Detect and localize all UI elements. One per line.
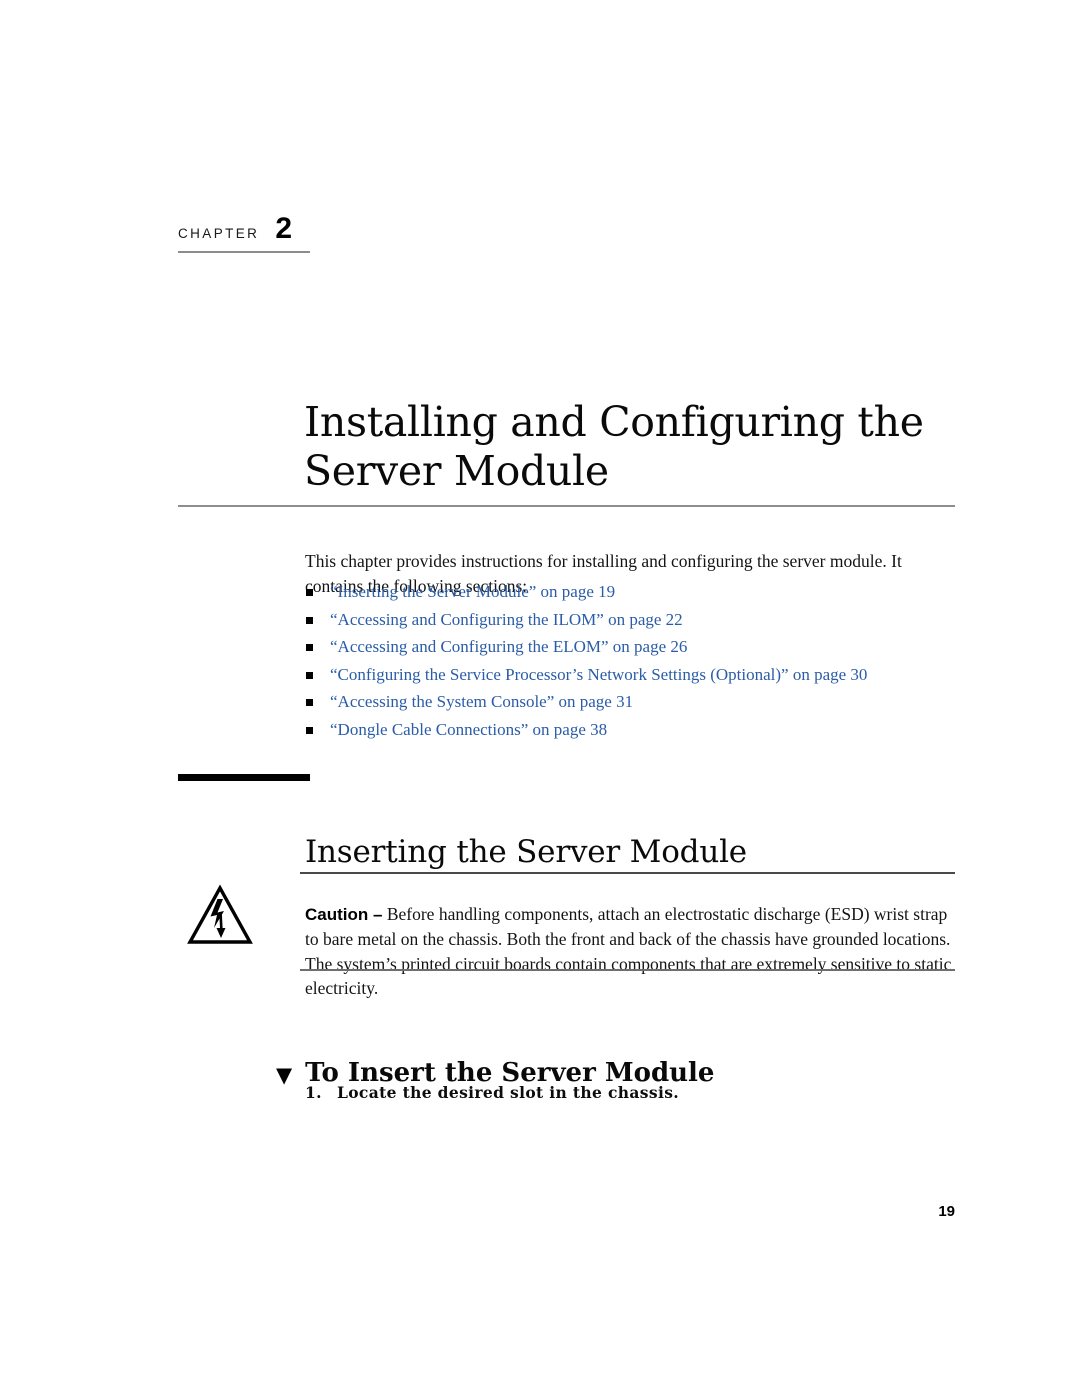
section-link[interactable]: “Accessing and Configuring the ILOM” on …	[330, 610, 683, 629]
page-title: Installing and Configuring the Server Mo…	[304, 398, 944, 496]
caution-text: Before handling components, attach an el…	[305, 903, 952, 999]
chapter-underline-rule	[178, 251, 310, 253]
chapter-marker-row: CHAPTER 2	[178, 214, 310, 248]
title-divider-rule	[178, 505, 955, 507]
electrostatic-discharge-warning-icon	[186, 884, 254, 946]
caution-text-block: Caution – Before handling components, at…	[305, 902, 960, 1001]
list-item[interactable]: “Dongle Cable Connections” on page 38	[305, 716, 965, 744]
section-link[interactable]: “Dongle Cable Connections” on page 38	[330, 720, 607, 739]
triangle-down-icon: ▼	[276, 1061, 293, 1087]
chapter-marker: CHAPTER 2	[178, 214, 310, 253]
document-page: CHAPTER 2 Installing and Configuring the…	[0, 0, 1080, 1397]
step-number: 1.	[305, 1083, 322, 1102]
square-bullet-icon	[306, 589, 313, 596]
chapter-number: 2	[275, 212, 292, 245]
chapter-label: CHAPTER	[178, 226, 260, 241]
section-link-list: “Inserting the Server Module” on page 19…	[305, 578, 965, 743]
square-bullet-icon	[306, 726, 313, 734]
step-text: Locate the desired slot in the chassis.	[337, 1083, 680, 1102]
caution-bottom-rule	[300, 969, 955, 971]
list-item[interactable]: “Accessing and Configuring the ELOM” on …	[305, 633, 965, 661]
section-link[interactable]: “Accessing the System Console” on page 3…	[330, 692, 633, 711]
section-link[interactable]: “Accessing and Configuring the ELOM” on …	[330, 637, 687, 656]
section-marker-rule	[178, 774, 310, 781]
square-bullet-icon	[306, 644, 313, 651]
list-item[interactable]: “Accessing and Configuring the ILOM” on …	[305, 606, 965, 634]
page-title-line-1: Installing and Configuring the	[304, 398, 924, 447]
page-number: 19	[938, 1203, 955, 1220]
list-item[interactable]: “Accessing the System Console” on page 3…	[305, 688, 965, 716]
section-link[interactable]: “Configuring the Service Processor’s Net…	[330, 665, 867, 684]
caution-label: Caution –	[305, 904, 383, 924]
procedure-step: 1. Locate the desired slot in the chassi…	[305, 1083, 679, 1102]
list-item[interactable]: “Inserting the Server Module” on page 19	[305, 578, 965, 606]
list-item[interactable]: “Configuring the Service Processor’s Net…	[305, 661, 965, 689]
section-link[interactable]: “Inserting the Server Module” on page 19	[330, 582, 615, 601]
square-bullet-icon	[306, 671, 313, 679]
section-heading: Inserting the Server Module	[305, 833, 747, 870]
square-bullet-icon	[306, 699, 313, 706]
page-title-line-2: Server Module	[304, 447, 609, 496]
square-bullet-icon	[306, 616, 313, 624]
caution-top-rule	[300, 872, 955, 874]
